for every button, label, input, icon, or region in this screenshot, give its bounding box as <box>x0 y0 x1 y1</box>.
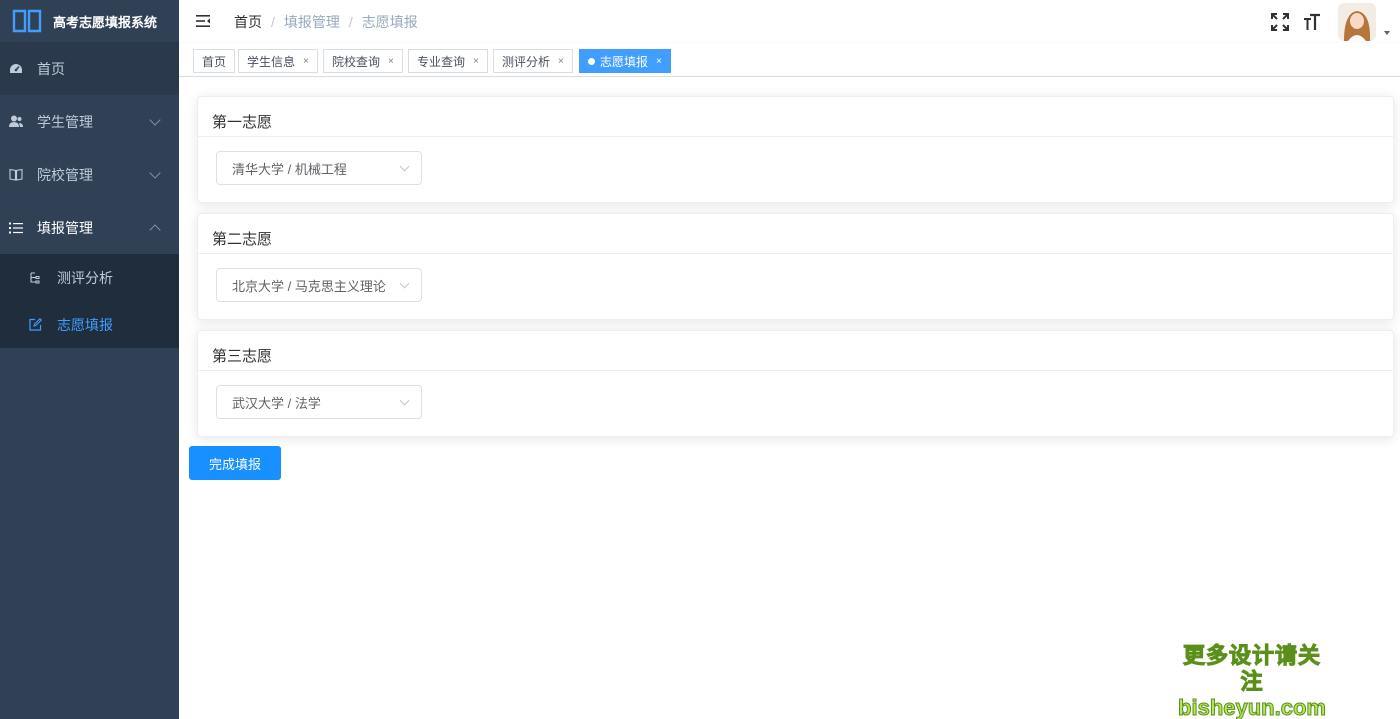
choice-select-1[interactable]: 清华大学 / 机械工程 <box>216 151 422 185</box>
sidebar-subitem-label: 测评分析 <box>57 269 113 286</box>
fullscreen-icon[interactable] <box>1270 12 1290 32</box>
tag-major-query[interactable]: 专业查询 × <box>408 49 488 73</box>
choice-card-1: 第一志愿 清华大学 / 机械工程 <box>197 96 1394 203</box>
select-value: 武汉大学 / 法学 <box>232 395 321 411</box>
app-title: 高考志愿填报系统 <box>53 14 158 30</box>
sidebar-submenu: 测评分析 志愿填报 <box>0 254 179 348</box>
sidebar-item-label: 院校管理 <box>37 166 93 183</box>
tag-application-fill[interactable]: 志愿填报 × <box>579 49 671 73</box>
tag-student-info[interactable]: 学生信息 × <box>238 49 318 73</box>
tag-label: 首页 <box>202 54 227 69</box>
card-title: 第三志愿 <box>198 331 1393 371</box>
dashboard-icon <box>9 62 23 76</box>
breadcrumb-current: 志愿填报 <box>361 14 418 30</box>
close-icon[interactable]: × <box>388 56 394 67</box>
tag-label: 学生信息 <box>247 54 296 69</box>
book-icon <box>9 168 23 182</box>
sidebar-item-students[interactable]: 学生管理 <box>0 95 179 148</box>
tree-icon <box>28 271 42 285</box>
sidebar-item-application[interactable]: 填报管理 <box>0 201 179 254</box>
chevron-down-icon <box>399 395 410 406</box>
book-logo-icon <box>12 9 42 33</box>
navbar-right <box>1270 0 1400 43</box>
submit-button[interactable]: 完成填报 <box>189 446 281 480</box>
avatar[interactable] <box>1338 2 1376 41</box>
choice-card-2: 第二志愿 北京大学 / 马克思主义理论 <box>197 213 1394 320</box>
breadcrumb-separator: / <box>271 14 275 30</box>
navbar: 首页 / 填报管理 / 志愿填报 <box>179 0 1400 43</box>
tag-label: 测评分析 <box>502 54 551 69</box>
watermark: 更多设计请关注 bisheyun.com <box>1172 643 1332 719</box>
chevron-down-icon <box>399 278 410 289</box>
breadcrumb: 首页 / 填报管理 / 志愿填报 <box>234 12 418 32</box>
card-title: 第一志愿 <box>198 97 1393 137</box>
main-content: 第一志愿 清华大学 / 机械工程 第二志愿 北京大学 / 马克思主义理论 第三志… <box>179 77 1400 719</box>
watermark-line-2: bisheyun.com <box>1178 695 1327 719</box>
close-icon[interactable]: × <box>303 56 309 67</box>
select-value: 清华大学 / 机械工程 <box>232 161 347 177</box>
choice-card-3: 第三志愿 武汉大学 / 法学 <box>197 330 1394 437</box>
chevron-up-icon <box>149 223 161 236</box>
tag-label: 专业查询 <box>417 54 466 69</box>
tag-assessment[interactable]: 测评分析 × <box>493 49 573 73</box>
close-icon[interactable]: × <box>558 56 564 67</box>
chevron-down-icon <box>149 113 161 126</box>
sidebar-item-home[interactable]: 首页 <box>0 42 179 95</box>
breadcrumb-application: 填报管理 <box>283 14 340 30</box>
tag-label: 志愿填报 <box>600 54 649 69</box>
breadcrumb-home[interactable]: 首页 <box>234 12 262 32</box>
select-value: 北京大学 / 马克思主义理论 <box>232 278 386 294</box>
sidebar-subitem-label: 志愿填报 <box>57 316 113 333</box>
sidebar: 高考志愿填报系统 首页 学生管理 院校管理 填报管理 测评分析 志愿填报 <box>0 0 179 719</box>
tag-label: 院校查询 <box>332 54 381 69</box>
sidebar-item-label: 首页 <box>37 60 65 77</box>
edit-icon <box>28 318 42 332</box>
sidebar-subitem-assessment[interactable]: 测评分析 <box>0 254 179 301</box>
card-title: 第二志愿 <box>198 214 1393 254</box>
sidebar-item-label: 填报管理 <box>37 219 93 236</box>
close-icon[interactable]: × <box>473 56 479 67</box>
close-icon[interactable]: × <box>656 56 662 67</box>
choice-select-2[interactable]: 北京大学 / 马克思主义理论 <box>216 268 422 302</box>
breadcrumb-separator: / <box>348 14 353 30</box>
menu-fold-icon[interactable] <box>195 13 211 29</box>
sidebar-item-label: 学生管理 <box>37 113 93 130</box>
tags-view: 首页 学生信息 × 院校查询 × 专业查询 × 测评分析 × 志愿填报 × <box>179 43 1400 77</box>
list-icon <box>9 221 23 235</box>
tag-home[interactable]: 首页 <box>193 49 236 73</box>
user-icon <box>9 115 23 129</box>
font-size-icon[interactable] <box>1302 12 1322 32</box>
logo[interactable]: 高考志愿填报系统 <box>0 0 179 42</box>
sidebar-item-colleges[interactable]: 院校管理 <box>0 148 179 201</box>
chevron-down-icon <box>399 161 410 172</box>
watermark-line-1: 更多设计请关注 <box>1182 643 1321 695</box>
choice-select-3[interactable]: 武汉大学 / 法学 <box>216 385 422 419</box>
tag-college-query[interactable]: 院校查询 × <box>323 49 403 73</box>
caret-down-icon[interactable] <box>1384 30 1390 35</box>
active-dot-icon <box>588 57 595 65</box>
chevron-down-icon <box>149 166 161 179</box>
sidebar-subitem-application-fill[interactable]: 志愿填报 <box>0 301 179 348</box>
